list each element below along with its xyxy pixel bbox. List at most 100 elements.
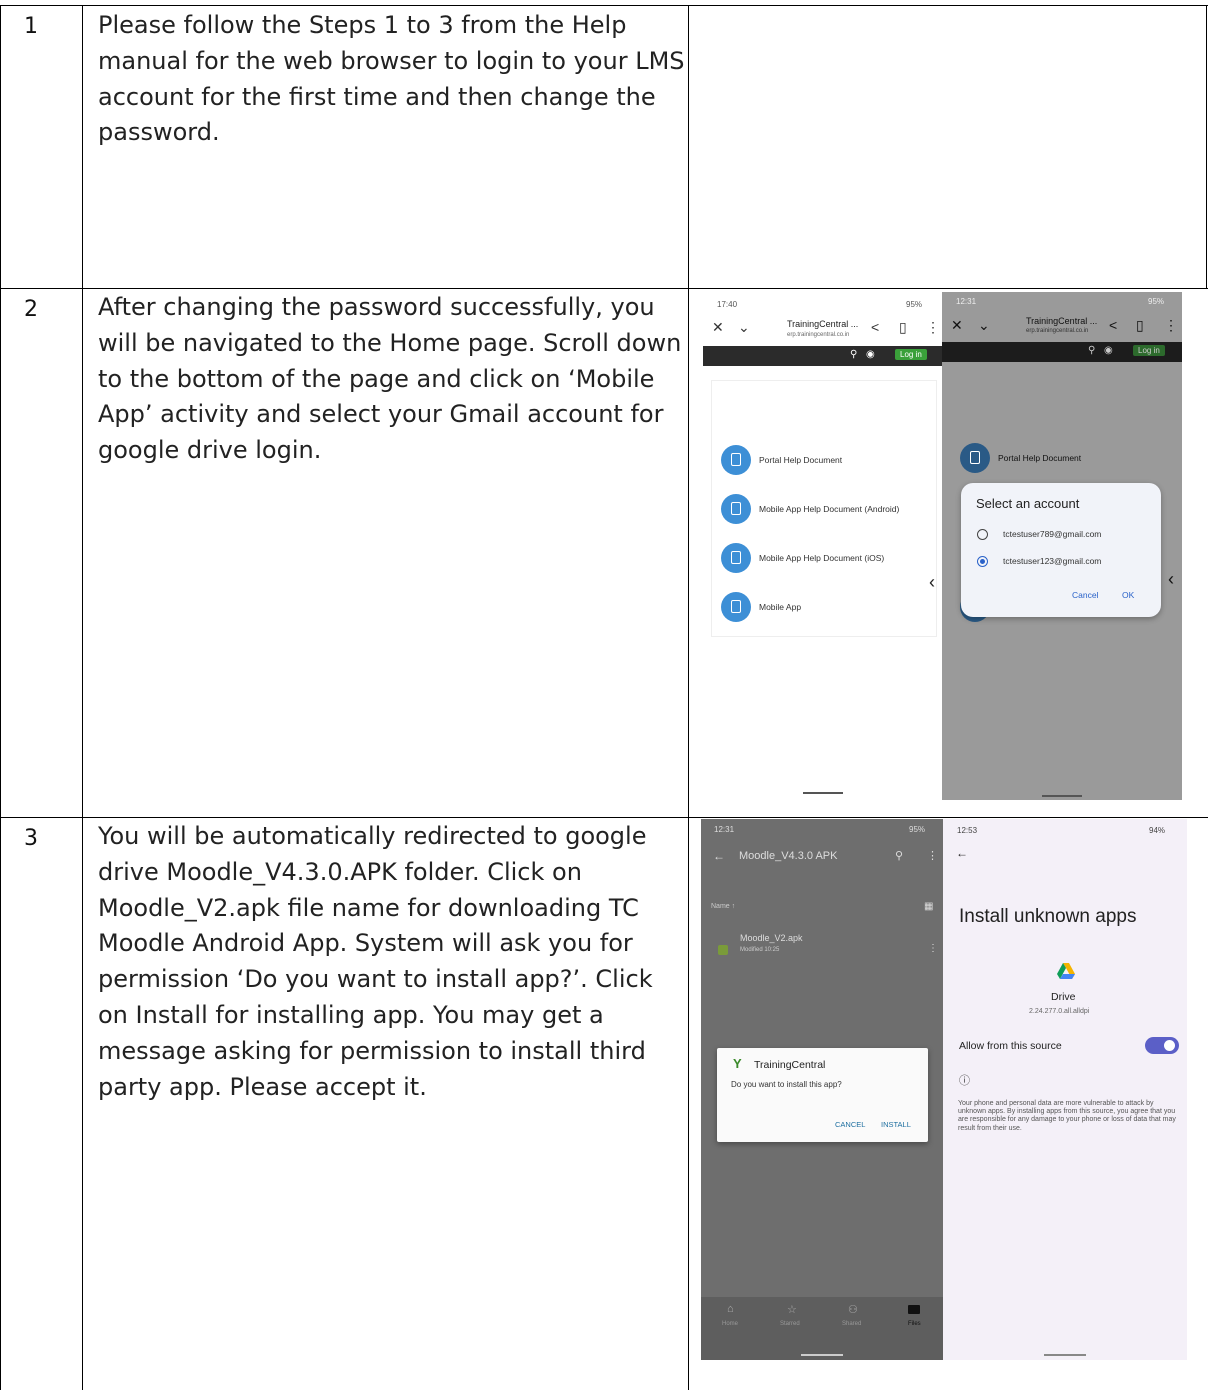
chevron-down-icon[interactable]: ⌄ [738,319,750,336]
status-time: 12:31 [956,297,977,306]
radio-unselected-icon[interactable] [977,529,988,540]
search-icon[interactable]: ⚲ [895,849,903,862]
activity-link[interactable]: Mobile App Help Document (Android) [759,504,899,514]
folder-icon[interactable] [908,1305,920,1314]
more-icon[interactable]: ⋮ [1164,317,1178,334]
step-number: 2 [24,297,38,322]
screenshot-drive: 12:31 95% ← Moodle_V4.3.0 APK ⚲ ⋮ Name ↑… [701,819,943,1360]
row-divider [0,288,1208,289]
dialog-app-name: TrainingCentral [754,1059,826,1071]
chevron-down-icon[interactable]: ⌄ [978,317,990,334]
allow-toggle[interactable] [1145,1037,1179,1054]
nav-label[interactable]: Files [908,1321,921,1327]
nav-label[interactable]: Shared [842,1321,861,1327]
document-icon [960,443,990,473]
account-option[interactable]: tctestuser123@gmail.com [1003,556,1101,566]
cancel-button[interactable]: Cancel [1072,590,1098,600]
more-icon[interactable]: ⋮ [927,849,938,862]
column-divider [688,5,689,1390]
shared-icon[interactable]: ⚇ [848,1303,858,1316]
gesture-bar [1042,795,1082,797]
login-button[interactable]: Log in [1133,345,1165,356]
gesture-bar [1044,1354,1086,1356]
page-title: Install unknown apps [959,906,1137,927]
status-time: 12:53 [957,826,978,835]
app-name: Drive [1051,991,1076,1003]
star-icon[interactable]: ☆ [787,1303,797,1316]
close-icon[interactable]: ✕ [712,319,724,336]
status-battery: 95% [909,825,926,834]
share-icon[interactable]: < [1109,317,1117,333]
step-text: You will be automatically redirected to … [98,822,653,1101]
file-name[interactable]: Moodle_V2.apk [740,933,803,943]
language-icon[interactable]: ◉ [1104,345,1113,356]
nav-label[interactable]: Home [722,1321,738,1327]
gesture-bar [803,792,843,794]
step-text: Please follow the Steps 1 to 3 from the … [98,11,685,147]
search-icon[interactable]: ⚲ [850,349,857,360]
ok-button[interactable]: OK [1122,590,1134,600]
row-divider [0,817,1208,818]
document-icon [721,543,751,573]
home-icon[interactable]: ⌂ [727,1303,734,1315]
screenshot-unknown-apps: 12:53 94% ← Install unknown apps Drive 2… [943,819,1187,1360]
back-arrow-icon[interactable]: ← [956,846,968,860]
sort-label[interactable]: Name ↑ [711,903,735,910]
activity-link[interactable]: Portal Help Document [759,455,842,465]
table-border-top [0,5,1208,6]
cancel-button[interactable]: CANCEL [835,1120,865,1129]
app-logo-icon: Y [733,1056,742,1071]
activity-link[interactable]: Portal Help Document [998,453,1081,463]
screenshot-account: 12:31 95% ✕ ⌄ TrainingCentral ... erp.tr… [942,292,1182,800]
site-header: ⚲ ◉ Log in [703,346,942,366]
nav-label[interactable]: Starred [780,1321,800,1327]
more-icon[interactable]: ⋮ [926,319,940,336]
site-url: erp.trainingcentral.co.in [1026,328,1089,334]
site-title: TrainingCentral ... [1026,316,1098,326]
back-arrow-icon[interactable]: ← [713,849,725,863]
more-icon[interactable]: ⋮ [928,943,938,954]
app-version: 2.24.277.0.all.alldpi [1029,1008,1090,1015]
dialog-question: Do you want to install this app? [731,1080,842,1089]
radio-selected-icon[interactable] [977,556,988,567]
mobile-app-link[interactable]: Mobile App [759,602,801,612]
status-battery: 95% [1148,297,1165,306]
select-account-dialog: Select an account tctestuser789@gmail.co… [961,483,1161,617]
status-time: 17:40 [717,300,738,309]
install-button[interactable]: INSTALL [881,1120,911,1129]
toggle-knob [1164,1040,1175,1051]
account-option[interactable]: tctestuser789@gmail.com [1003,529,1101,539]
gesture-bar [801,1354,843,1356]
step-number: 3 [24,826,38,851]
bookmark-icon[interactable]: ▯ [899,319,907,336]
bookmark-icon[interactable]: ▯ [1136,317,1144,334]
status-battery: 95% [906,300,923,309]
grid-view-icon[interactable]: ▦ [924,901,933,912]
file-meta: Modified 10:25 [740,947,780,953]
chevron-left-icon[interactable]: ‹ [929,572,935,593]
column-divider [82,5,83,1390]
table-border-right [1206,5,1207,289]
document-icon [721,494,751,524]
info-icon: ⓘ [959,1075,970,1087]
folder-title: Moodle_V4.3.0 APK [739,850,838,862]
search-icon[interactable]: ⚲ [1088,345,1095,356]
settings-background [943,819,1187,1360]
install-dialog: Y TrainingCentral Do you want to install… [717,1048,928,1142]
close-icon[interactable]: ✕ [951,317,963,334]
activity-link[interactable]: Mobile App Help Document (iOS) [759,553,884,563]
status-time: 12:31 [714,825,735,834]
dialog-title: Select an account [976,496,1080,511]
bottom-nav: ⌂ Home ☆ Starred ⚇ Shared Files [701,1297,943,1360]
chevron-left-icon[interactable]: ‹ [1168,569,1174,590]
document-icon [721,445,751,475]
share-icon[interactable]: < [871,319,879,335]
site-title: TrainingCentral ... [787,319,859,329]
warning-text: Your phone and personal data are more vu… [958,1100,1176,1132]
language-icon[interactable]: ◉ [866,349,875,360]
step-text: After changing the password successfully… [98,293,682,465]
site-header: ⚲ ◉ Log in [942,342,1182,362]
login-button[interactable]: Log in [895,349,927,360]
drive-logo-icon [1057,963,1075,979]
site-url: erp.trainingcentral.co.in [787,332,850,338]
